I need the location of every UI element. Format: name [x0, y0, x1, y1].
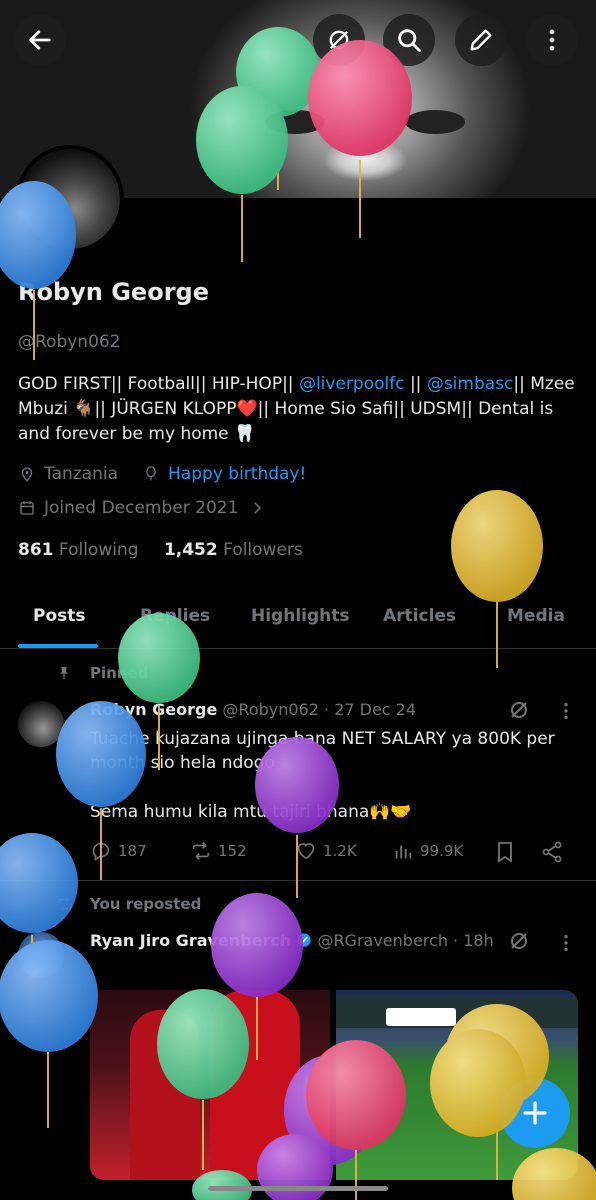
repost-author-avatar[interactable]: [18, 932, 64, 978]
repost-count: 152: [218, 842, 247, 860]
search-icon: [398, 29, 421, 52]
tab-highlights[interactable]: Highlights: [251, 606, 350, 626]
bio-mention-liverpoolfc[interactable]: @liverpoolfc: [299, 374, 405, 394]
post-divider: [0, 880, 596, 881]
following-count: 861: [18, 540, 54, 560]
reply-icon: [92, 842, 110, 861]
grok-post-icon[interactable]: [507, 929, 531, 953]
post-actions: 187 152 1.2K 99.9K: [90, 840, 570, 866]
tab-articles[interactable]: Articles: [383, 606, 456, 626]
heart-icon: [297, 843, 315, 860]
views-button[interactable]: 99.9K: [392, 840, 463, 862]
post-text: Tuache kujazana ujinga bana NET SALARY y…: [90, 729, 555, 773]
repost-button[interactable]: 152: [190, 840, 247, 862]
grok-post-icon[interactable]: [507, 698, 531, 722]
more-options-button[interactable]: [526, 14, 578, 66]
profile-location: Tanzania: [44, 464, 119, 484]
pin-icon: [60, 667, 68, 679]
avatar-photo: [20, 149, 120, 249]
banner-eye-left: [265, 110, 325, 134]
grok-button[interactable]: [313, 14, 365, 66]
verified-badge-icon: [297, 933, 312, 947]
profile-handle: @Robyn062: [18, 332, 121, 352]
banner-eye-right: [405, 110, 465, 134]
following-label: Following: [58, 540, 139, 560]
post-author-handle[interactable]: @Robyn062: [222, 700, 319, 719]
post-header: Robyn George @Robyn062 · 27 Dec 24: [90, 700, 416, 719]
bookmark-icon[interactable]: [493, 840, 517, 864]
pencil-icon: [470, 29, 492, 51]
share-icon[interactable]: [540, 840, 564, 864]
pinned-label: Pinned: [90, 664, 149, 682]
repost-icon: [192, 842, 210, 860]
profile-name: Robyn George: [18, 278, 209, 306]
post-more-icon[interactable]: [555, 932, 577, 954]
profile-avatar[interactable]: [16, 145, 124, 253]
player-figure: [130, 1010, 200, 1180]
location-pin-icon: [21, 467, 33, 482]
followers-label: Followers: [223, 540, 303, 560]
repost-header: Ryan Jiro Gravenberch @RGravenberch · 18…: [90, 931, 494, 950]
post-author-name[interactable]: Robyn George: [90, 700, 217, 719]
tab-posts[interactable]: Posts: [33, 606, 86, 626]
player-figure: [210, 990, 300, 1180]
repost-label: You reposted: [90, 895, 202, 913]
ad-board: [386, 1008, 456, 1026]
tab-media[interactable]: Media: [507, 606, 565, 626]
profile-joined: Joined December 2021: [44, 498, 239, 518]
like-count: 1.2K: [323, 842, 357, 860]
post-author-avatar[interactable]: [18, 701, 64, 747]
followers-link[interactable]: 1,452 Followers: [164, 540, 303, 560]
profile-tabs: Posts Replies Highlights Articles Media: [0, 594, 596, 649]
edit-button[interactable]: [455, 14, 507, 66]
repost-small-icon: [58, 896, 72, 912]
post-media-image-1[interactable]: [90, 990, 330, 1180]
post-date[interactable]: · 27 Dec 24: [324, 700, 416, 719]
followers-count: 1,452: [163, 540, 218, 560]
bio-text: GOD FIRST|| Football|| HIP-HOP||: [18, 374, 299, 394]
compose-post-button[interactable]: [500, 1078, 570, 1148]
follow-stats: 861 Following 1,452 Followers: [18, 540, 303, 560]
repost-indicator: You reposted: [56, 895, 201, 913]
reply-button[interactable]: 187: [90, 840, 147, 862]
plus-icon: [523, 1101, 547, 1125]
grok-icon: [329, 30, 349, 50]
pinned-indicator: Pinned: [56, 664, 148, 682]
back-button[interactable]: [14, 14, 66, 66]
repost-author-name[interactable]: Ryan Jiro Gravenberch: [90, 931, 291, 950]
search-button[interactable]: [383, 14, 435, 66]
tab-replies[interactable]: Replies: [140, 606, 210, 626]
like-button[interactable]: 1.2K: [295, 840, 357, 862]
following-link[interactable]: 861 Following: [18, 540, 139, 560]
home-indicator-bar: [208, 1186, 388, 1191]
bio-text: ||: [404, 374, 427, 394]
balloon-icon: [146, 466, 156, 481]
stadium-stands: [336, 998, 578, 1028]
view-count: 99.9K: [420, 842, 464, 860]
bio-mention-simbasc[interactable]: @simbasc: [427, 374, 514, 394]
profile-location-row: Tanzania Happy birthday!: [18, 464, 306, 484]
active-tab-indicator: [18, 644, 98, 648]
repost-time[interactable]: · 18h: [453, 931, 494, 950]
profile-bio: GOD FIRST|| Football|| HIP-HOP|| @liverp…: [18, 372, 583, 447]
profile-joined-row[interactable]: Joined December 2021: [18, 498, 274, 518]
more-vertical-icon: [549, 29, 555, 51]
arrow-left-icon: [29, 30, 51, 50]
views-chart-icon: [395, 845, 412, 859]
post-text-line-2: Sema humu kila mtu tajiri bhana🙌🤝: [90, 802, 412, 822]
chevron-right-icon: [254, 502, 262, 514]
profile-birthday[interactable]: Happy birthday!: [168, 464, 306, 484]
repost-author-handle[interactable]: @RGravenberch: [317, 931, 448, 950]
reply-count: 187: [118, 842, 147, 860]
calendar-icon: [20, 501, 34, 515]
post-more-icon[interactable]: [555, 700, 577, 722]
